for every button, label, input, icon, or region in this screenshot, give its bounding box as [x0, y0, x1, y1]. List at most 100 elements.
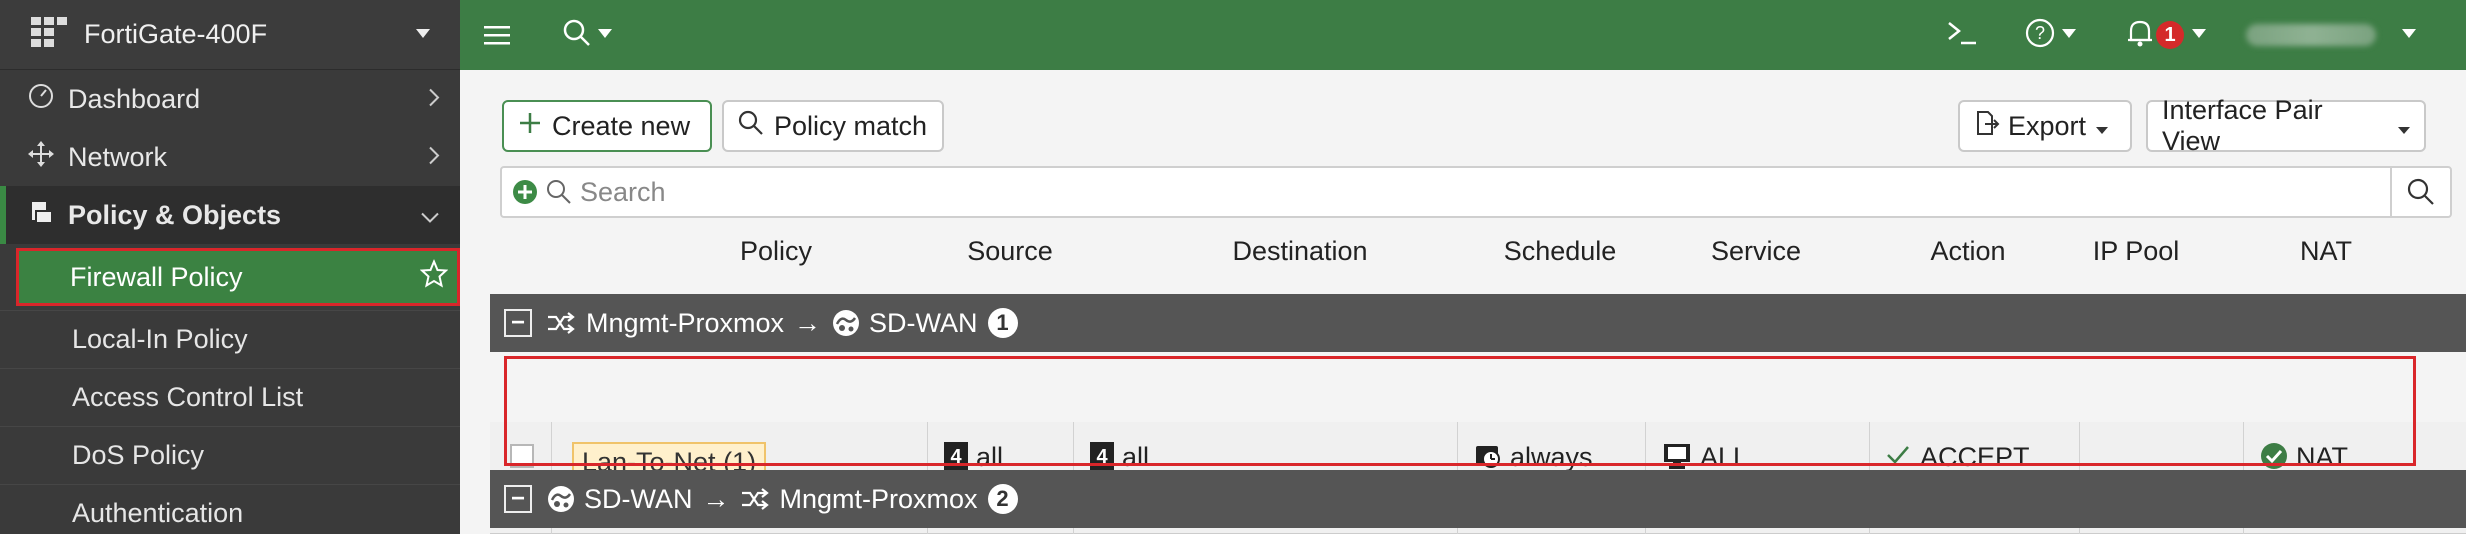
svg-text:?: ? [2035, 23, 2045, 43]
destination-value: all [1122, 442, 1150, 472]
policy-match-label: Policy match [774, 110, 928, 141]
service-icon [1662, 442, 1692, 470]
caret-down-icon [2192, 26, 2206, 44]
export-label: Export [2008, 110, 2087, 141]
column-header-ip-pool[interactable]: IP Pool [2036, 220, 2236, 282]
create-new-button[interactable]: Create new [502, 100, 712, 152]
address-icon: 4 [944, 442, 968, 470]
terminal-icon [1946, 19, 1978, 52]
notification-count-badge: 1 [2156, 21, 2184, 49]
zone-shuffle-icon [546, 311, 576, 335]
group-destination-interface: SD-WAN [869, 307, 978, 338]
column-header-schedule[interactable]: Schedule [1460, 220, 1660, 282]
sidebar-item-label: Authentication [72, 498, 244, 528]
zone-shuffle-icon [740, 487, 770, 511]
sidebar-item-label: Network [68, 141, 168, 172]
favorite-star-icon[interactable] [419, 258, 449, 295]
policy-match-button[interactable]: Policy match [722, 100, 944, 152]
svg-text:4: 4 [950, 446, 962, 468]
column-header-label: IP Pool [2092, 235, 2180, 266]
group-source-interface: Mngmt-Proxmox [586, 307, 785, 338]
search-icon [738, 110, 764, 143]
column-header-label: Source [967, 235, 1053, 266]
interface-pair-group-1[interactable]: − Mngmt-Proxmox → SD-WAN 1 [490, 294, 2466, 352]
nat-value: NAT [2296, 442, 2348, 472]
column-header-label: Action [1930, 235, 2006, 266]
global-search-button[interactable] [562, 18, 612, 53]
top-bar: ? 1 [460, 0, 2466, 70]
main-content: Create new Policy match Export Interface… [460, 70, 2466, 534]
cli-console-button[interactable] [1946, 19, 1978, 52]
bell-icon [2126, 18, 2154, 53]
notifications-button[interactable]: 1 [2126, 18, 2206, 53]
arrow-right-icon: → [702, 483, 730, 514]
sidebar-item-dos-policy[interactable]: DoS Policy [0, 426, 460, 484]
schedule-clock-icon [1474, 442, 1502, 470]
plus-icon [518, 111, 542, 142]
dashboard-icon [28, 83, 54, 116]
column-header-policy[interactable]: Policy [656, 220, 896, 282]
schedule-value: always [1510, 442, 1593, 472]
collapse-group-button[interactable]: − [504, 485, 532, 513]
caret-down-icon [2398, 111, 2410, 142]
sidebar-item-dashboard[interactable]: Dashboard [0, 70, 460, 128]
chevron-down-icon [420, 200, 440, 231]
create-new-label: Create new [552, 110, 691, 141]
column-header-destination[interactable]: Destination [1140, 220, 1460, 282]
caret-down-icon [2096, 111, 2109, 142]
sidebar-item-label: Dashboard [68, 83, 201, 114]
chevron-right-icon [428, 142, 440, 173]
sidebar-item-network[interactable]: Network [0, 128, 460, 186]
service-value: ALL [1700, 442, 1749, 472]
search-icon [562, 18, 592, 53]
sidebar-item-label: Firewall Policy [70, 261, 243, 292]
column-header-service[interactable]: Service [1656, 220, 1856, 282]
export-button[interactable]: Export [1958, 100, 2132, 152]
column-header-label: Destination [1232, 235, 1368, 266]
column-header-label: Policy [739, 235, 813, 266]
view-mode-label: Interface Pair View [2162, 95, 2323, 156]
policy-objects-icon [28, 199, 54, 232]
group-policy-count: 2 [987, 484, 1018, 514]
nat-enabled-icon [2260, 442, 2288, 470]
search-input[interactable]: Search [580, 177, 666, 208]
device-selector[interactable]: FortiGate-400F [0, 0, 460, 70]
user-menu-button[interactable] [2246, 24, 2416, 46]
sidebar-item-local-in-policy[interactable]: Local-In Policy [0, 310, 460, 368]
column-header-label: Service [1710, 235, 1802, 266]
policy-search-bar[interactable]: Search [500, 166, 2452, 218]
hamburger-menu-icon[interactable] [484, 23, 512, 47]
search-icon [2407, 178, 2435, 206]
view-mode-dropdown[interactable]: Interface Pair View [2146, 95, 2426, 156]
caret-down-icon [2062, 26, 2076, 44]
action-value: ACCEPT [1920, 442, 2030, 472]
sidebar-item-label: Access Control List [72, 382, 304, 412]
add-filter-icon[interactable] [512, 179, 538, 205]
column-header-label: Schedule [1503, 235, 1617, 266]
group-destination-interface: Mngmt-Proxmox [779, 483, 978, 514]
device-name: FortiGate-400F [84, 19, 268, 49]
help-icon: ? [2024, 17, 2056, 54]
chevron-right-icon [428, 84, 440, 115]
fortigate-logo-icon [30, 15, 68, 54]
sidebar-item-access-control-list[interactable]: Access Control List [0, 368, 460, 426]
source-value: all [976, 442, 1004, 472]
column-header-label: NAT [2300, 235, 2352, 266]
row-checkbox[interactable] [510, 444, 534, 468]
sidebar-item-authentication[interactable]: Authentication [0, 484, 460, 534]
sidebar-item-policy-objects[interactable]: Policy & Objects [0, 186, 460, 244]
help-button[interactable]: ? [2024, 17, 2076, 54]
svg-text:4: 4 [1096, 446, 1108, 468]
sidebar-item-firewall-policy[interactable]: Firewall Policy [16, 248, 460, 306]
sidebar: FortiGate-400F Dashboard Network Policy … [0, 0, 460, 534]
sidebar-item-label: Policy & Objects [68, 199, 282, 230]
collapse-group-button[interactable]: − [504, 309, 532, 337]
interface-pair-group-2[interactable]: − SD-WAN → Mngmt-Proxmox 2 [490, 470, 2466, 528]
group-source-interface: SD-WAN [584, 483, 693, 514]
sidebar-item-label: Local-In Policy [72, 324, 248, 354]
arrow-right-icon: → [794, 307, 822, 338]
search-submit-button[interactable] [2390, 168, 2450, 216]
column-header-source[interactable]: Source [930, 220, 1090, 282]
column-header-nat[interactable]: NAT [2226, 220, 2426, 282]
address-icon: 4 [1090, 442, 1114, 470]
